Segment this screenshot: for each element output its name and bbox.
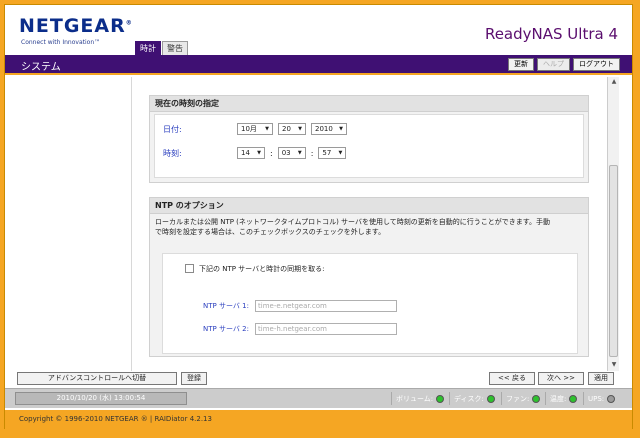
status-led-icon (569, 394, 578, 403)
time-label: 時刻: (163, 148, 182, 158)
vertical-scrollbar[interactable]: ▲ ▼ (607, 77, 619, 371)
volume-indicator[interactable]: ボリューム: (391, 392, 445, 405)
register-button[interactable]: 登録 (181, 372, 207, 385)
netgear-logo: NETGEAR® (19, 15, 133, 37)
status-led-icon (486, 394, 495, 403)
chevron-down-icon: ▼ (297, 150, 302, 156)
scroll-up-icon[interactable]: ▲ (610, 78, 618, 86)
disk-indicator[interactable]: ディスク: (449, 392, 495, 405)
ntp-description: ローカルまたは公開 NTP (ネットワークタイムプロトコル) サーバを使用して時… (155, 218, 551, 236)
next-button[interactable]: 次へ >> (538, 372, 584, 385)
status-led-icon (436, 394, 445, 403)
ntp-server2-label: NTP サーバ 2: (203, 325, 249, 333)
status-led-icon (607, 394, 616, 403)
tab-bar: 時計 警告 (135, 41, 189, 55)
year-select[interactable]: 2010 ▼ (311, 123, 347, 135)
main-area: 現在の時刻の指定 日付: 10月 ▼ 20 ▼ 2010 ▼ 時刻: 14 ▼ : 03… (5, 77, 632, 371)
hour-select[interactable]: 14 ▼ (237, 147, 265, 159)
temperature-indicator[interactable]: 温度: (545, 392, 578, 405)
ntp-server2-input[interactable]: time-h.netgear.com (255, 323, 397, 335)
ntp-panel-title: NTP のオプション (150, 198, 588, 214)
chevron-down-icon: ▼ (339, 126, 343, 132)
product-name: ReadyNAS Ultra 4 (484, 25, 618, 43)
chevron-down-icon: ▼ (257, 150, 261, 156)
tab-alerts[interactable]: 警告 (162, 41, 188, 55)
time-separator: : (270, 148, 273, 158)
apply-button[interactable]: 適用 (588, 372, 614, 385)
ntp-settings-box: 下記の NTP サーバと時計の同期を取る: NTP サーバ 1: time-e.… (162, 253, 578, 354)
scroll-down-icon[interactable]: ▼ (610, 361, 618, 369)
chevron-down-icon: ▼ (338, 150, 343, 156)
nav-bar: システム 更新 ヘルプ ログアウト (5, 55, 632, 75)
fan-indicator[interactable]: ファン: (501, 392, 541, 405)
advanced-control-button[interactable]: アドバンスコントロールへ切替 (17, 372, 177, 385)
logo-tagline: Connect with Innovation™ (21, 39, 101, 46)
app-window: NETGEAR® Connect with Innovation™ ReadyN… (4, 4, 633, 429)
back-button[interactable]: << 戻る (489, 372, 535, 385)
chevron-down-icon: ▼ (265, 126, 269, 132)
chevron-down-icon: ▼ (298, 126, 302, 132)
ups-indicator[interactable]: UPS: (583, 392, 616, 405)
date-label: 日付: (163, 124, 182, 134)
status-bar: 2010/10/20 (水) 13:00:54 ボリューム: ディスク: ファン… (5, 388, 632, 408)
ntp-server1-input[interactable]: time-e.netgear.com (255, 300, 397, 312)
day-select[interactable]: 20 ▼ (278, 123, 306, 135)
datetime-display: 2010/10/20 (水) 13:00:54 (15, 392, 187, 405)
ntp-sync-label: 下記の NTP サーバと時計の同期を取る: (199, 265, 325, 273)
month-select[interactable]: 10月 ▼ (237, 123, 273, 135)
header: NETGEAR® Connect with Innovation™ ReadyN… (5, 5, 632, 55)
tab-clock[interactable]: 時計 (135, 41, 161, 55)
time-panel: 現在の時刻の指定 日付: 10月 ▼ 20 ▼ 2010 ▼ 時刻: 14 ▼ : 03… (149, 95, 589, 183)
scrollbar-thumb[interactable] (609, 165, 618, 357)
ntp-server1-label: NTP サーバ 1: (203, 302, 249, 310)
ntp-sync-checkbox[interactable] (185, 264, 194, 273)
second-select[interactable]: 57 ▼ (318, 147, 347, 159)
time-panel-title: 現在の時刻の指定 (150, 96, 588, 112)
time-separator: : (310, 148, 314, 158)
logout-button[interactable]: ログアウト (573, 58, 620, 71)
action-bar: アドバンスコントロールへ切替 登録 << 戻る 次へ >> 適用 (5, 371, 632, 387)
content-pane: 現在の時刻の指定 日付: 10月 ▼ 20 ▼ 2010 ▼ 時刻: 14 ▼ : 03… (131, 77, 605, 371)
ntp-panel: NTP のオプション ローカルまたは公開 NTP (ネットワークタイムプロトコル… (149, 197, 589, 357)
refresh-button[interactable]: 更新 (508, 58, 534, 71)
minute-select[interactable]: 03 ▼ (277, 147, 306, 159)
help-button[interactable]: ヘルプ (537, 58, 570, 71)
page-title: システム (21, 62, 61, 73)
footer-copyright: Copyright © 1996-2010 NETGEAR ® | RAIDia… (5, 410, 632, 429)
status-led-icon (532, 394, 541, 403)
